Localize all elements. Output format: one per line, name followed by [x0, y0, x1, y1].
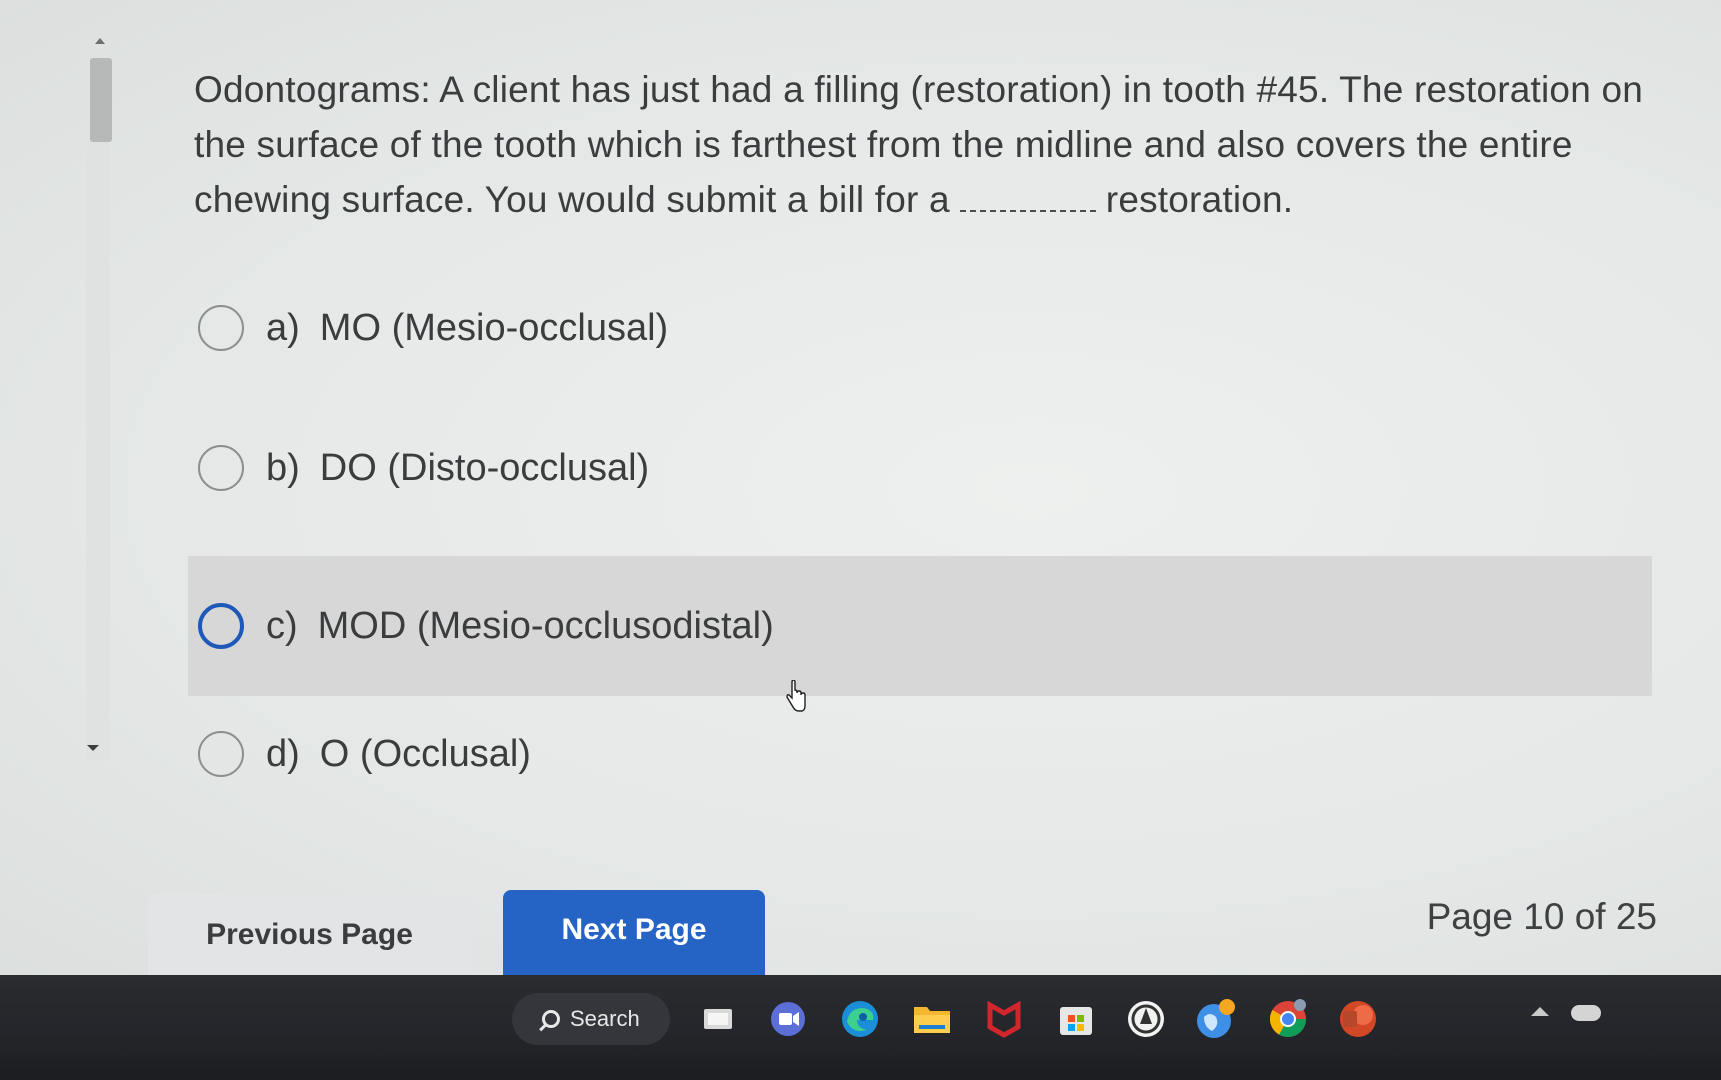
mcafee-icon[interactable] [982, 997, 1026, 1041]
option-d[interactable]: d) O (Occlusal) [188, 684, 1652, 824]
option-letter: b) [266, 446, 300, 489]
teams-meet-icon[interactable] [766, 997, 810, 1041]
radio-option-a[interactable] [198, 305, 244, 351]
scroll-down-icon[interactable] [87, 745, 99, 751]
option-letter: d) [266, 732, 300, 775]
cloud-icon[interactable] [1571, 1005, 1601, 1021]
task-view-icon[interactable] [696, 997, 740, 1041]
scroll-up-icon[interactable] [95, 38, 105, 44]
search-icon [542, 1010, 560, 1028]
scrollbar-thumb[interactable] [90, 58, 112, 142]
chrome-icon[interactable] [1266, 997, 1310, 1041]
app-circle-icon[interactable] [1124, 997, 1168, 1041]
option-label: MOD (Mesio-occlusodistal) [317, 604, 774, 647]
quiz-screen: Odontograms: A client has just had a fil… [0, 0, 1721, 978]
option-letter: c) [266, 604, 298, 647]
question-text: Odontograms: A client has just had a fil… [194, 62, 1654, 227]
question-tail: restoration. [1105, 179, 1294, 220]
page-indicator: Page 10 of 25 [1426, 896, 1657, 937]
option-label: DO (Disto-occlusal) [319, 446, 650, 489]
microsoft-store-icon[interactable] [1054, 997, 1098, 1041]
option-b[interactable]: b) DO (Disto-occlusal) [188, 398, 1652, 538]
chevron-up-icon[interactable] [1531, 1007, 1549, 1016]
search-label: Search [570, 1006, 640, 1031]
option-label: MO (Mesio-occlusal) [319, 306, 669, 349]
powerpoint-icon[interactable] [1336, 997, 1380, 1041]
browser-globe-icon[interactable] [1194, 997, 1238, 1041]
taskbar: Search [0, 975, 1721, 1080]
previous-page-button[interactable]: Previous Page [148, 894, 471, 978]
option-a[interactable]: a) MO (Mesio-occlusal) [188, 258, 1652, 398]
scrollbar-track[interactable] [86, 40, 110, 760]
question-stem: Odontograms: A client has just had a fil… [194, 69, 1644, 220]
hand-cursor-icon [786, 680, 806, 712]
taskbar-search-button[interactable]: Search [512, 993, 670, 1045]
option-label: O (Occlusal) [319, 732, 531, 775]
windows-start-icon[interactable] [440, 997, 484, 1041]
answer-blank [959, 182, 1096, 212]
file-explorer-icon[interactable] [910, 997, 954, 1041]
option-c[interactable]: c) MOD (Mesio-occlusodistal) [188, 556, 1652, 696]
radio-option-c[interactable] [198, 603, 244, 649]
option-letter: a) [266, 306, 300, 349]
radio-option-d[interactable] [198, 731, 244, 777]
edge-icon[interactable] [838, 997, 882, 1041]
next-page-button[interactable]: Next Page [503, 890, 765, 978]
radio-option-b[interactable] [198, 445, 244, 491]
